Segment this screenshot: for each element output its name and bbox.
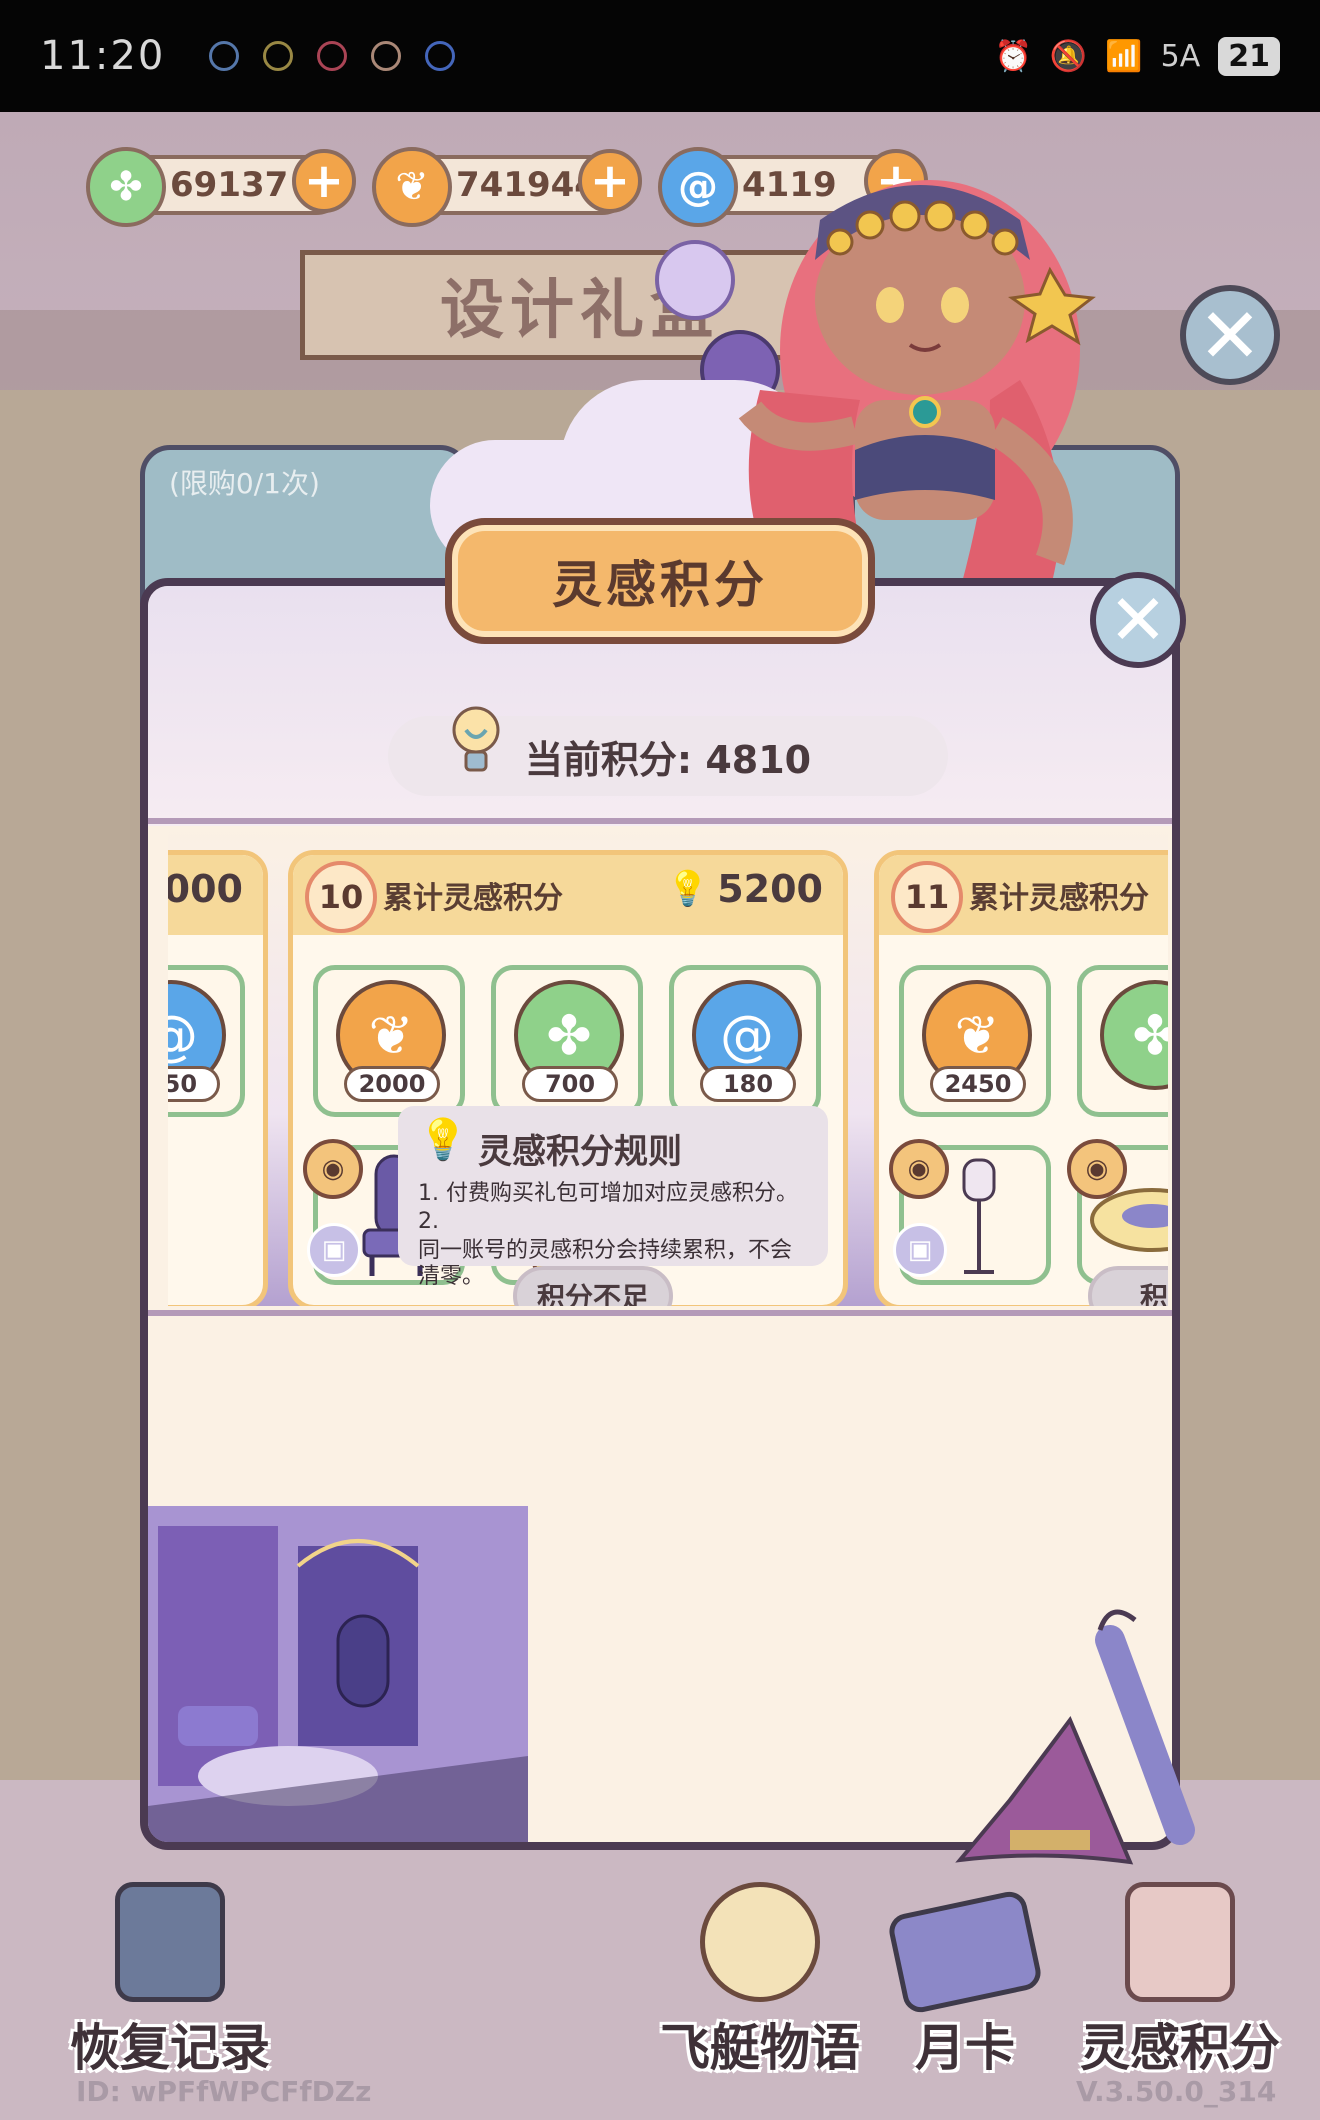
status-time: 11:20 bbox=[40, 33, 166, 79]
divider bbox=[148, 818, 1172, 824]
preview-eye-icon[interactable]: ◉ bbox=[303, 1139, 363, 1199]
notification-icon bbox=[263, 41, 294, 71]
reward-slot[interactable]: @ 150 bbox=[168, 965, 245, 1117]
nav-label: 恢复记录 bbox=[70, 2019, 270, 2077]
nav-label: 灵感积分 bbox=[1080, 2019, 1280, 2077]
reward-quantity: 150 bbox=[168, 1066, 220, 1102]
status-bar: 11:20 ⏰ 🔕 📶 5A 21 bbox=[0, 0, 1320, 112]
reward-slot[interactable]: ❦ 2000 bbox=[313, 965, 465, 1117]
rules-panel: 💡 灵感积分规则 1. 付费购买礼包可增加对应灵感积分。 2. 同一账号的灵感积… bbox=[398, 1106, 828, 1289]
tier-level-badge: 11 bbox=[891, 861, 963, 933]
modal-title-plaque: 灵感积分 bbox=[445, 518, 875, 644]
resource-value: 741944 bbox=[456, 165, 598, 205]
signal-label: 5A bbox=[1160, 38, 1201, 74]
reward-quantity: 2450 bbox=[930, 1066, 1026, 1102]
lightbulb-icon: 💡 bbox=[666, 869, 710, 909]
rules-title: 灵感积分规则 bbox=[478, 1132, 682, 1172]
resource-sprout[interactable]: ❦ 741944 + bbox=[372, 147, 642, 227]
tier-label: 累计灵感积分 bbox=[969, 881, 1149, 916]
rules-line-3: 同一账号的灵感积分会持续累积，不会清零。 bbox=[418, 1237, 793, 1290]
modal-close-button[interactable]: ✕ bbox=[1090, 572, 1186, 668]
preview-eye-icon[interactable]: ◉ bbox=[889, 1139, 949, 1199]
tier-label: 累计灵感积分 bbox=[383, 881, 563, 916]
lightbulb-icon bbox=[452, 706, 500, 772]
clipboard-icon bbox=[115, 1882, 225, 2002]
notification-icon bbox=[317, 41, 348, 71]
nav-airship-story[interactable]: 飞艇物语 bbox=[650, 1882, 870, 2080]
sprout-coin-icon: ❦ bbox=[372, 147, 452, 227]
furniture-tag-icon: ▣ bbox=[307, 1223, 361, 1277]
battery-indicator: 21 bbox=[1218, 36, 1280, 76]
reward-slot[interactable]: ✤ bbox=[1077, 965, 1168, 1117]
tier-header: 11 累计灵感积分 bbox=[879, 855, 1168, 935]
card-icon bbox=[886, 1888, 1044, 2016]
reward-quantity: 700 bbox=[522, 1066, 618, 1102]
insufficient-points-button[interactable]: 积分 bbox=[1088, 1266, 1168, 1306]
tier-requirement: 4000 bbox=[168, 867, 243, 911]
nav-label: 月卡 bbox=[915, 2019, 1015, 2077]
tier-card: 11 累计灵感积分 ❦ 2450 ✤ ◉ ▣ bbox=[874, 850, 1168, 1306]
notification-icon bbox=[371, 41, 402, 71]
modal-title: 灵感积分 bbox=[552, 556, 768, 614]
rules-line-1: 1. 付费购买礼包可增加对应灵感积分。 bbox=[418, 1181, 798, 1206]
reward-slot[interactable]: ✤ 700 bbox=[491, 965, 643, 1117]
witch-hat-umbrella-decoration bbox=[955, 1609, 1195, 1865]
reward-quantity: 2000 bbox=[344, 1066, 440, 1102]
wifi-icon: 📶 bbox=[1105, 38, 1143, 74]
preview-eye-icon[interactable]: ◉ bbox=[1067, 1139, 1127, 1199]
background-close-button[interactable]: ✕ bbox=[1180, 285, 1280, 385]
lightbulb-icon: 💡 bbox=[418, 1117, 468, 1163]
current-score-label: 当前积分: 4810 bbox=[524, 737, 812, 782]
mute-icon: 🔕 bbox=[1049, 38, 1088, 74]
nav-inspiration-points[interactable]: 灵感积分 bbox=[1070, 1882, 1290, 2080]
reward-slot[interactable]: @ 180 bbox=[669, 965, 821, 1117]
flower-ticket-icon bbox=[700, 1882, 820, 2002]
divider bbox=[148, 1310, 1172, 1316]
bulb-book-icon bbox=[1125, 1882, 1235, 2002]
tier-requirement-value: 4000 bbox=[168, 867, 243, 911]
tier-level-badge: 10 bbox=[305, 861, 377, 933]
notification-icon bbox=[209, 41, 240, 71]
room-scene-illustration bbox=[148, 1506, 528, 1842]
resource-value: 69137 bbox=[170, 165, 289, 205]
tier-card: 4000 @ 150 bbox=[168, 850, 268, 1306]
alarm-icon: ⏰ bbox=[994, 38, 1032, 74]
status-icons: ⏰ 🔕 📶 5A 21 bbox=[994, 36, 1280, 76]
user-id: ID: wPFfWPCFfDZz bbox=[76, 2075, 372, 2108]
nav-label: 飞艇物语 bbox=[660, 2019, 860, 2077]
app-version: V.3.50.0_314 bbox=[1076, 2075, 1277, 2108]
tier-requirement: 💡 5200 bbox=[667, 867, 823, 911]
reward-quantity: 180 bbox=[700, 1066, 796, 1102]
add-sprout-button[interactable]: + bbox=[578, 149, 642, 213]
rules-line-2: 2. bbox=[418, 1209, 439, 1235]
tier-requirement-value: 5200 bbox=[717, 867, 823, 911]
purchase-limit-label: (限购0/1次) bbox=[169, 467, 320, 500]
leaf-coin-icon: ✤ bbox=[86, 147, 166, 227]
notification-icon bbox=[425, 41, 456, 71]
add-leaf-button[interactable]: + bbox=[292, 149, 356, 213]
reward-slot[interactable]: ❦ 2450 bbox=[899, 965, 1051, 1117]
resource-leaf[interactable]: ✤ 69137 + bbox=[86, 147, 356, 227]
nav-restore-records[interactable]: 恢复记录 bbox=[60, 1882, 280, 2080]
nav-monthly-card[interactable]: 月卡 bbox=[880, 1888, 1050, 2080]
leaf-coin-icon: ✤ bbox=[1100, 980, 1168, 1090]
furniture-tag-icon: ▣ bbox=[893, 1223, 947, 1277]
